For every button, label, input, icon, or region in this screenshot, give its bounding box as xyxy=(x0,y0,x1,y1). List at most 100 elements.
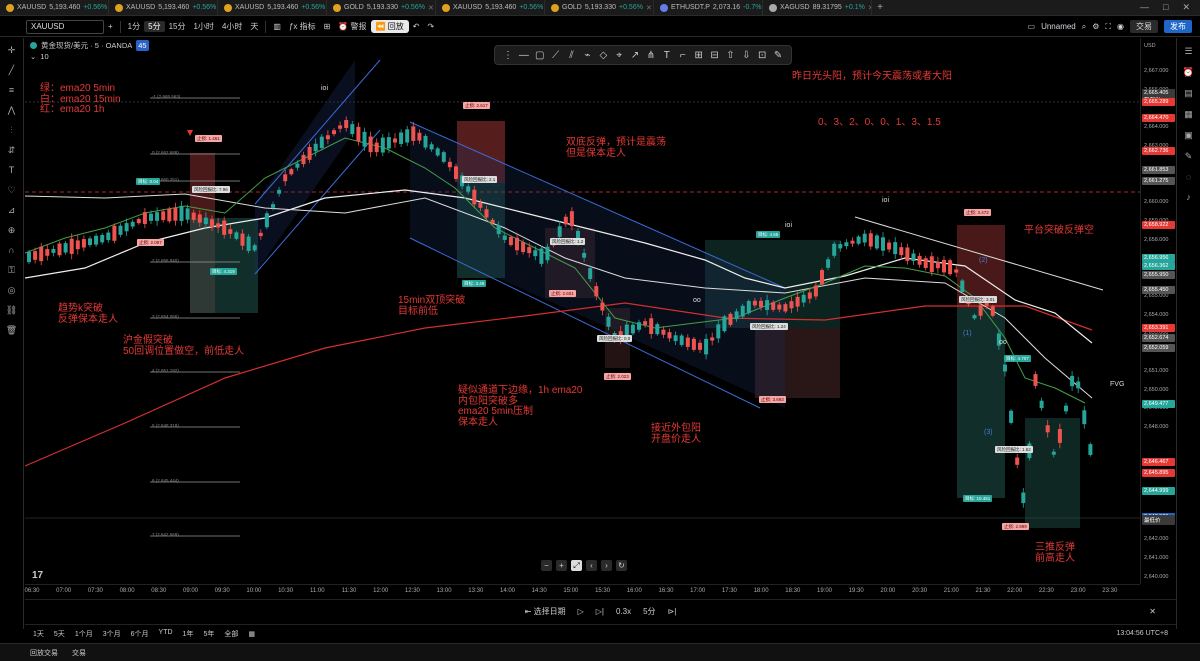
position-label[interactable]: 止损: 2.899 xyxy=(1002,523,1029,530)
undo-icon[interactable]: ↶ xyxy=(409,22,424,31)
symbol-tab[interactable]: XAUUSD5,193.460+0.56%✕ xyxy=(0,0,109,16)
position-label[interactable]: 止损: 2.087 xyxy=(137,239,164,246)
bar-style-icon[interactable]: ▥ xyxy=(269,22,285,31)
interval-3[interactable]: 1小时 xyxy=(189,21,217,32)
goto-date-icon[interactable]: ▦ xyxy=(248,630,255,638)
chart-annotation[interactable]: 绿：ema20 5min 白：ema20 15min 红：ema20 1h xyxy=(40,83,121,116)
arrow-up-icon[interactable]: ⇧ xyxy=(723,50,737,61)
position-label[interactable]: 目标: 4.319 xyxy=(210,268,237,275)
horizontal-lines-icon[interactable]: ≡ xyxy=(5,84,19,96)
layout-name[interactable]: Unnamed xyxy=(1041,22,1076,31)
scroll-right-icon[interactable]: › xyxy=(601,560,612,571)
crosshair-icon[interactable]: ✛ xyxy=(5,44,19,56)
position-label[interactable]: 止损: 3.472 xyxy=(964,209,991,216)
ruler-icon[interactable]: ⊿ xyxy=(5,204,19,216)
alert-button[interactable]: ⏰ 警报 xyxy=(334,21,370,32)
chart-annotation[interactable]: 三推反弹 前高走人 xyxy=(1035,542,1075,564)
chart-annotation[interactable]: 接近外包阳 开盘价走人 xyxy=(651,423,701,445)
range-2[interactable]: 1个月 xyxy=(75,629,93,639)
chat-icon[interactable]: ◌ xyxy=(1186,172,1191,182)
arrow-down-icon[interactable]: ⇩ xyxy=(739,50,753,61)
position-label[interactable]: 止损: 2.617 xyxy=(463,102,490,109)
interval-2[interactable]: 15分 xyxy=(165,21,190,32)
grid-tool-icon[interactable]: ⊡ xyxy=(755,50,769,61)
trading-tab[interactable]: 交易 xyxy=(72,648,86,658)
range-5[interactable]: YTD xyxy=(159,629,173,639)
range-8[interactable]: 全部 xyxy=(224,629,238,639)
alerts-icon[interactable]: ⏰ xyxy=(1183,67,1194,78)
text-tool-icon[interactable]: T xyxy=(660,50,674,61)
redo-icon[interactable]: ↷ xyxy=(423,22,438,31)
minimize-icon[interactable]: — xyxy=(1140,2,1149,13)
position-label[interactable]: 目标: 4.707 xyxy=(1004,355,1031,362)
close-replay-icon[interactable]: ✕ xyxy=(1149,607,1156,616)
heart-icon[interactable]: ♡ xyxy=(5,184,19,196)
path-tool-icon[interactable]: ⌁ xyxy=(580,50,594,61)
interval-4[interactable]: 4小时 xyxy=(218,21,246,32)
prediction-icon[interactable]: ⇵ xyxy=(5,144,19,156)
ideas-icon[interactable]: ✎ xyxy=(1185,151,1193,162)
range-3[interactable]: 3个月 xyxy=(103,629,121,639)
drag-handle-icon[interactable]: ⋮ xyxy=(501,50,515,61)
brush-icon[interactable]: ✎ xyxy=(771,50,785,61)
zoom-in-icon[interactable]: + xyxy=(556,560,567,571)
trash-icon[interactable]: 🗑 xyxy=(5,324,19,336)
position-label[interactable]: 止损: 2.023 xyxy=(604,373,631,380)
long-position-icon[interactable]: ⊞ xyxy=(692,50,706,61)
parallel-channel-icon[interactable]: ⫽ xyxy=(565,50,579,61)
ray-tool-icon[interactable]: ⟋ xyxy=(549,50,563,61)
close-tab-icon[interactable]: ✕ xyxy=(428,4,434,12)
position-label[interactable]: 止损: 3.693 xyxy=(759,396,786,403)
utc-clock[interactable]: 13:04:56 UTC+8 xyxy=(1116,630,1176,637)
data-window-icon[interactable]: ▤ xyxy=(1184,88,1193,99)
position-label[interactable]: 风险回报比: 3.01 xyxy=(959,296,997,303)
position-label[interactable]: 目标: 0.04 xyxy=(136,178,161,185)
replay-trading-tab[interactable]: 回放交易 xyxy=(30,648,58,658)
close-icon[interactable]: ✕ xyxy=(1182,2,1190,13)
position-label[interactable]: 风险回报比: 1.24 xyxy=(750,323,788,330)
interval-0[interactable]: 1分 xyxy=(124,21,144,32)
symbol-tab[interactable]: XAUUSD5,193.460+0.56%✕ xyxy=(218,0,327,16)
symbol-tab[interactable]: XAUUSD5,193.460+0.56%✕ xyxy=(436,0,545,16)
measure-icon[interactable]: ⌖ xyxy=(612,50,626,61)
symbol-search-input[interactable]: XAUUSD xyxy=(26,19,104,34)
chart-annotation[interactable]: 沪金假突破 50回调位置做空，前低走人 xyxy=(123,335,244,357)
chart-annotation[interactable]: 双底反弹，预计是震荡 但是保本走人 xyxy=(566,137,666,159)
watchlist-icon[interactable]: ☰ xyxy=(1184,46,1192,57)
symbol-tab[interactable]: XAUUSD5,193.460+0.56%✕ xyxy=(109,0,218,16)
arrow-tool-icon[interactable]: ↗ xyxy=(628,50,642,61)
position-label[interactable]: 止损: 2.601 xyxy=(549,290,576,297)
callout-icon[interactable]: ⌐ xyxy=(676,50,690,61)
position-label[interactable]: 风险回报比: 7.96 xyxy=(192,186,230,193)
position-label[interactable]: 止损: 1.461 xyxy=(195,135,222,142)
fib-icon[interactable]: ⫶ xyxy=(5,124,19,136)
position-label[interactable]: 风险回报比: 0.0 xyxy=(597,335,633,342)
zoom-icon[interactable]: ⊕ xyxy=(5,224,19,236)
chart-annotation[interactable]: 趋势k突破 反弹保本走人 xyxy=(58,303,118,325)
rectangle-tool-icon[interactable]: ▢ xyxy=(533,50,547,61)
chart-annotation[interactable]: 疑似通道下边缘，1h ema20 内包阳突破多 ema20 5min压制 保本走… xyxy=(458,385,582,428)
position-label[interactable]: 目标: 4.55 xyxy=(756,231,781,238)
interval-1[interactable]: 5分 xyxy=(144,21,165,32)
price-axis[interactable]: USD 2,667.0002,666.0002,664.0002,663.000… xyxy=(1140,38,1176,584)
polyline-tool-icon[interactable]: ◇ xyxy=(596,50,610,61)
position-label[interactable]: 风险回报比: 2.1 xyxy=(462,176,498,183)
lock-drawing-icon[interactable]: ⚿ xyxy=(5,264,19,276)
select-date-button[interactable]: ⇤ 选择日期 xyxy=(525,606,566,617)
chart-annotation[interactable]: 昨日光头阳，预计今天震荡或者大阳 xyxy=(792,71,952,83)
search-icon[interactable]: ⌕ xyxy=(1082,22,1086,32)
magnet-icon[interactable]: ∩ xyxy=(5,244,19,256)
range-4[interactable]: 6个月 xyxy=(131,629,149,639)
range-7[interactable]: 5年 xyxy=(203,629,214,639)
hotlist-icon[interactable]: ▦ xyxy=(1184,109,1193,120)
templates-icon[interactable]: ⊞ xyxy=(320,22,335,31)
text-icon[interactable]: T xyxy=(5,164,19,176)
range-0[interactable]: 1天 xyxy=(33,629,44,639)
symbol-tab[interactable]: XAGUSD89.31795+0.1%✕ xyxy=(763,0,872,16)
chart-annotation[interactable]: 0、3、2、0、0、1、3、1.5 xyxy=(818,117,941,129)
chart-annotation[interactable]: 15min双顶突破 目标前低 xyxy=(398,295,465,317)
trade-button[interactable]: 交易 xyxy=(1130,20,1158,33)
fullscreen-icon[interactable]: ⛶ xyxy=(1105,22,1111,32)
time-axis[interactable]: 06:30 07:00 07:30 08:00 08:30 09:00 09:30 10:00… xyxy=(24,584,1140,598)
reset-icon[interactable]: ⤢ xyxy=(571,560,582,571)
